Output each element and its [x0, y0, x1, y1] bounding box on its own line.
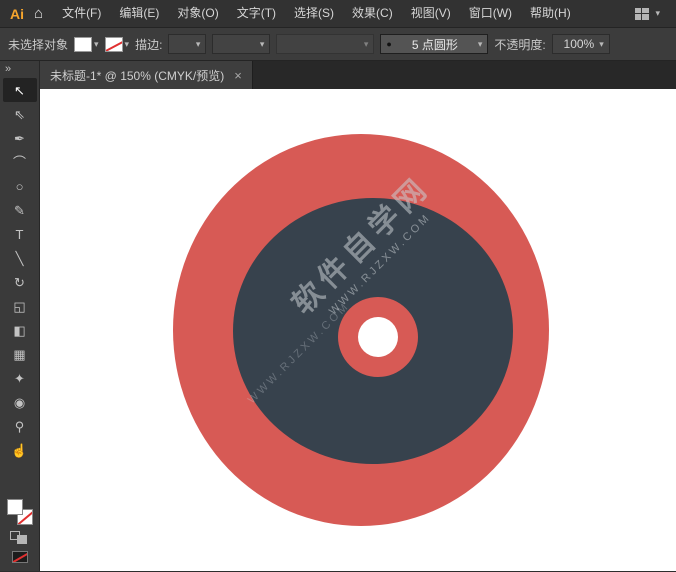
menu-edit[interactable]: 编辑(E): [110, 0, 168, 27]
menu-type[interactable]: 文字(T): [228, 0, 285, 27]
selection-arrow-icon: ↖: [14, 84, 25, 97]
pen-icon: ✒: [14, 132, 25, 145]
hand-icon: ☝: [11, 444, 27, 457]
tool-hand[interactable]: ☝: [3, 438, 37, 462]
eyedropper-icon: ✦: [14, 372, 25, 385]
tool-selection[interactable]: ↖: [3, 78, 37, 102]
curvature-icon: ⌒: [13, 156, 26, 169]
tool-rotate[interactable]: ↻: [3, 270, 37, 294]
type-icon: T: [16, 228, 24, 241]
zoom-icon: ⚲: [15, 420, 25, 433]
tool-blend[interactable]: ◉: [3, 390, 37, 414]
workspace-switcher[interactable]: ▾: [635, 8, 670, 20]
artboard-canvas[interactable]: 软件自学网 WWW.RJZXW.COM WWW.RJZXW.COM: [40, 89, 676, 571]
tool-eyedropper[interactable]: ✦: [3, 366, 37, 390]
menu-bar: Ai ⌂ 文件(F) 编辑(E) 对象(O) 文字(T) 选择(S) 效果(C)…: [0, 0, 676, 28]
stroke-swatch-none[interactable]: [105, 37, 123, 52]
selection-status: 未选择对象: [8, 36, 68, 53]
paintbrush-icon: ✎: [14, 204, 25, 217]
brush-dot-icon: ●: [386, 39, 391, 49]
stroke-color-picker[interactable]: ▾: [105, 37, 130, 52]
fill-stroke-indicator[interactable]: [7, 499, 33, 525]
menu-view[interactable]: 视图(V): [402, 0, 460, 27]
scale-icon: ◱: [13, 300, 25, 313]
swatch-none-button[interactable]: [12, 551, 28, 563]
fill-white-swatch[interactable]: [7, 499, 23, 515]
width-profile-dropdown: ▾: [276, 34, 374, 54]
menu-object[interactable]: 对象(O): [168, 0, 227, 27]
tool-gradient[interactable]: ◧: [3, 318, 37, 342]
menu-window[interactable]: 窗口(W): [460, 0, 521, 27]
opacity-value: 100%: [564, 37, 595, 51]
line-icon: ╲: [16, 252, 24, 265]
menu-effect[interactable]: 效果(C): [343, 0, 402, 27]
tool-type[interactable]: T: [3, 222, 37, 246]
tool-direct-selection[interactable]: ⇖: [3, 102, 37, 126]
menu-select[interactable]: 选择(S): [285, 0, 343, 27]
tools-panel: » ↖ ⇖ ✒ ⌒ ○ ✎ T ╲ ↻ ◱ ◧ ▦ ✦ ◉ ⚲ ☝: [0, 61, 40, 571]
opacity-label: 不透明度:: [494, 36, 545, 53]
tool-pen[interactable]: ✒: [3, 126, 37, 150]
brush-name: 5 点圆形: [397, 36, 473, 53]
mesh-icon: ▦: [13, 348, 25, 361]
stroke-label: 描边:: [135, 36, 162, 53]
tool-ellipse[interactable]: ○: [3, 174, 37, 198]
tool-paintbrush[interactable]: ✎: [3, 198, 37, 222]
workspace: » ↖ ⇖ ✒ ⌒ ○ ✎ T ╲ ↻ ◱ ◧ ▦ ✦ ◉ ⚲ ☝ 未标题-1*…: [0, 61, 676, 571]
document-tab[interactable]: 未标题-1* @ 150% (CMYK/预览) ×: [40, 61, 253, 89]
chevron-down-icon: ▾: [260, 39, 265, 50]
fill-swatch[interactable]: [74, 37, 92, 52]
control-bar: 未选择对象 ▾ ▾ 描边: ▾ ▾ ▾ ● 5 点圆形 ▾ 不透明度: 100%…: [0, 28, 676, 61]
draw-mode-icon[interactable]: [10, 531, 30, 545]
illustrator-logo-icon: Ai: [6, 6, 32, 22]
document-area: 未标题-1* @ 150% (CMYK/预览) × 软件自学网 WWW.RJZX…: [40, 61, 676, 571]
chevron-down-icon: ▾: [125, 39, 130, 50]
workspace-grid-icon: [635, 8, 650, 20]
toolbar-collapse-button[interactable]: »: [0, 61, 11, 78]
tool-curvature[interactable]: ⌒: [3, 150, 37, 174]
document-tab-bar: 未标题-1* @ 150% (CMYK/预览) ×: [40, 61, 676, 89]
center-hole-circle[interactable]: [358, 317, 398, 357]
chevron-down-icon: ▾: [94, 39, 99, 50]
tool-line-segment[interactable]: ╲: [3, 246, 37, 270]
home-icon[interactable]: ⌂: [32, 5, 53, 22]
chevron-down-icon: ▾: [196, 39, 201, 50]
tool-scale[interactable]: ◱: [3, 294, 37, 318]
ellipse-icon: ○: [16, 180, 24, 193]
tool-zoom[interactable]: ⚲: [3, 414, 37, 438]
chevron-down-icon: ▾: [599, 39, 604, 50]
stroke-unit-dropdown[interactable]: ▾: [212, 34, 270, 54]
tool-mesh[interactable]: ▦: [3, 342, 37, 366]
close-icon[interactable]: ×: [234, 68, 242, 83]
blend-icon: ◉: [14, 396, 25, 409]
opacity-dropdown[interactable]: 100% ▾: [552, 34, 610, 54]
chevron-down-icon: ▾: [364, 39, 369, 50]
rotate-icon: ↻: [14, 276, 25, 289]
fill-color-picker[interactable]: ▾: [74, 37, 99, 52]
stroke-weight-dropdown[interactable]: ▾: [168, 34, 206, 54]
menu-file[interactable]: 文件(F): [53, 0, 110, 27]
direct-selection-icon: ⇖: [14, 108, 25, 121]
document-title: 未标题-1* @ 150% (CMYK/预览): [50, 67, 224, 84]
chevron-down-icon: ▾: [478, 39, 483, 50]
menu-help[interactable]: 帮助(H): [521, 0, 580, 27]
brush-dropdown[interactable]: ● 5 点圆形 ▾: [380, 34, 488, 54]
chevron-down-icon: ▾: [655, 8, 660, 19]
gradient-icon: ◧: [13, 324, 25, 337]
